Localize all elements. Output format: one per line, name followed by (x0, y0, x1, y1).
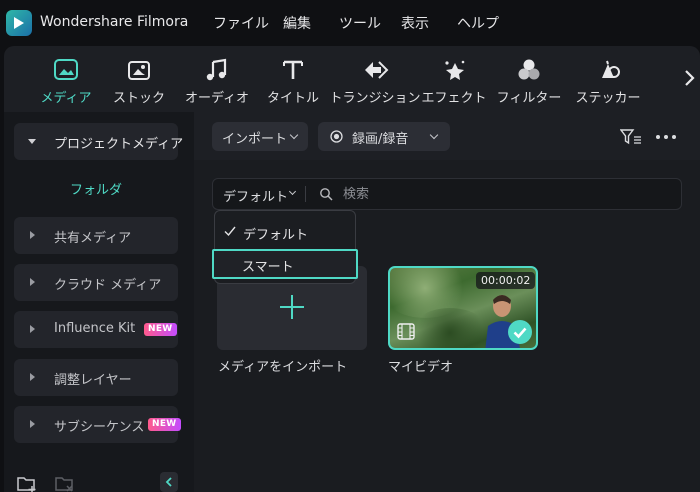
tab-stickers[interactable]: ステッカー (568, 46, 648, 112)
sidebar-item-label: サブシーケンス (54, 420, 145, 435)
sidebar-item-cloud-media[interactable]: クラウド メディア (14, 264, 178, 301)
sidebar-item-label: プロジェクトメディア (54, 137, 184, 152)
chevron-down-icon (289, 130, 299, 140)
tab-transitions[interactable]: トランジション (329, 46, 421, 112)
import-button[interactable]: インポート (212, 122, 308, 151)
sort-dropdown-menu: デフォルト スマート (212, 210, 358, 284)
record-button[interactable]: 録画/録音 (318, 122, 450, 151)
caret-down-icon (28, 139, 36, 144)
search-icon (320, 188, 333, 201)
sidebar-item-label: Influence Kit (54, 321, 136, 336)
filmora-logo-icon (6, 10, 32, 36)
caret-right-icon (30, 373, 35, 381)
new-badge: NEW (148, 418, 181, 431)
video-clip-icon (397, 323, 415, 340)
tab-stickers-label: ステッカー (575, 91, 641, 106)
sidebar-item-influence-kit[interactable]: Influence Kit NEW (14, 311, 178, 348)
new-badge: NEW (144, 323, 177, 336)
collapse-sidebar-button[interactable] (160, 472, 178, 492)
sidebar-item-label: クラウド メディア (54, 278, 162, 293)
new-folder-icon[interactable] (16, 474, 38, 492)
menu-file[interactable]: ファイル (213, 13, 269, 33)
record-button-label: 録画/録音 (352, 132, 409, 147)
menu-view[interactable]: 表示 (401, 13, 429, 33)
media-sidebar: プロジェクトメディア フォルダ 共有メディア クラウド メディア Influen… (4, 112, 194, 492)
music-note-icon (206, 58, 227, 81)
sidebar-item-label: 調整レイヤー (54, 373, 132, 388)
menu-help[interactable]: ヘルプ (457, 13, 499, 33)
chevron-left-icon (165, 477, 172, 487)
menu-tools[interactable]: ツール (339, 13, 381, 33)
sidebar-item-adjustment-layer[interactable]: 調整レイヤー (14, 359, 178, 396)
app-name: Wondershare Filmora (40, 14, 189, 30)
checkmark-icon (508, 320, 532, 344)
tab-titles[interactable]: タイトル (253, 46, 333, 112)
caret-right-icon (30, 231, 35, 239)
check-icon (224, 226, 236, 237)
filter-circles-icon (518, 59, 540, 80)
import-button-label: インポート (222, 132, 288, 147)
sidebar-item-label: 共有メディア (54, 231, 132, 246)
media-library: インポート 録画/録音 デフォルト メデ (194, 112, 700, 492)
chevron-down-icon (429, 130, 439, 140)
sidebar-item-folder[interactable]: フォルダ (70, 179, 122, 198)
transition-icon (365, 61, 389, 79)
title-bar: Wondershare Filmora ファイル 編集 ツール 表示 ヘルプ (0, 0, 700, 46)
sort-dropdown[interactable]: デフォルト (223, 186, 288, 205)
sort-option-label: デフォルト (243, 228, 309, 243)
chevron-down-icon (288, 187, 297, 196)
chevron-right-icon[interactable] (680, 66, 700, 90)
sort-option-label: スマート (242, 260, 294, 275)
sort-option-smart[interactable]: スマート (212, 249, 358, 279)
caret-right-icon (30, 325, 35, 333)
media-topbar: インポート 録画/録音 (194, 112, 700, 160)
video-thumbnail[interactable]: 00:00:02 (388, 266, 538, 350)
sort-option-default[interactable]: デフォルト (215, 219, 355, 245)
menu-edit[interactable]: 編集 (283, 13, 311, 33)
tab-filters[interactable]: フィルター (489, 46, 569, 112)
caret-right-icon (30, 420, 35, 428)
media-icon (54, 59, 78, 80)
import-media-caption: メディアをインポート (218, 360, 348, 375)
thumbnail-foliage-dark (410, 308, 490, 348)
plus-icon-vertical (291, 295, 293, 319)
sidebar-item-subsequence[interactable]: サブシーケンス NEW (14, 406, 181, 443)
video-caption: マイビデオ (388, 360, 454, 375)
sidebar-item-shared-media[interactable]: 共有メディア (14, 217, 178, 254)
search-bar: デフォルト (212, 178, 682, 210)
effects-sparkle-icon (445, 60, 465, 80)
stock-icon (128, 61, 150, 80)
sidebar-item-project-media[interactable]: プロジェクトメディア (14, 123, 183, 160)
duration-label: 00:00:02 (476, 272, 536, 289)
sticker-icon (602, 60, 620, 78)
delete-folder-icon[interactable] (54, 474, 76, 492)
caret-right-icon (30, 278, 35, 286)
filter-funnel-icon[interactable] (620, 128, 642, 146)
more-options-icon[interactable] (655, 134, 677, 140)
media-toolbar: メディア ストック オーディオ タイトル トランジション エフェクト フィルター… (4, 46, 700, 112)
record-icon (330, 130, 343, 143)
title-text-icon (283, 60, 303, 79)
divider (305, 186, 306, 202)
search-input[interactable] (343, 184, 643, 204)
